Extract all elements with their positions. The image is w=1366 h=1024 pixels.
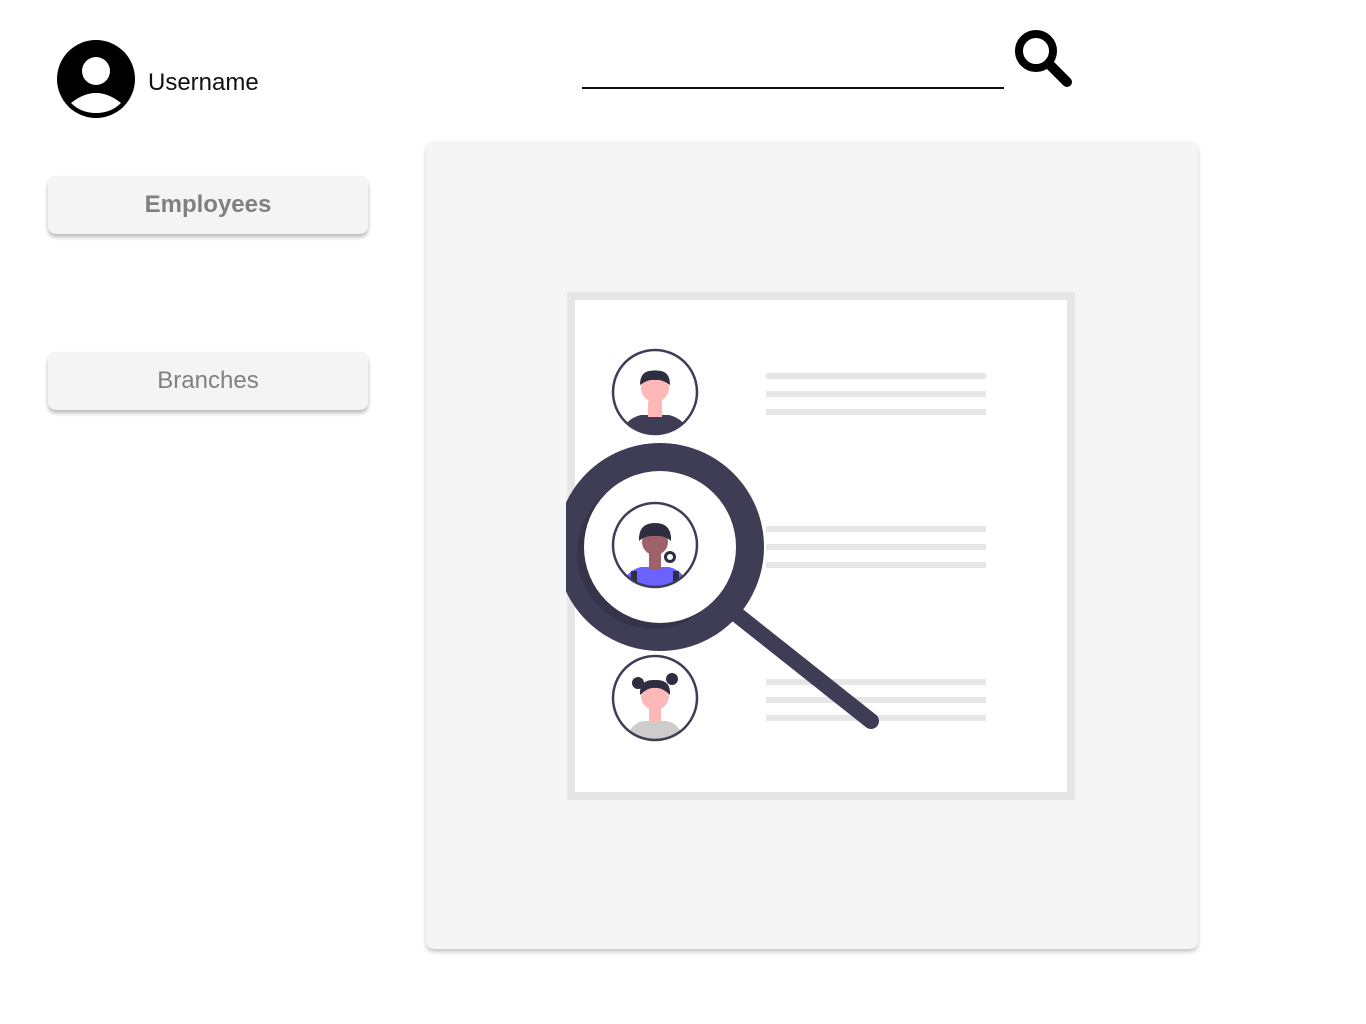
content-panel: [426, 141, 1198, 949]
sidebar-item-label: Branches: [157, 367, 259, 394]
search-icon[interactable]: [1010, 26, 1074, 90]
person-avatar-1: [611, 348, 699, 436]
sidebar-item-employees[interactable]: Employees: [48, 176, 368, 234]
people-search-illustration: [566, 292, 1075, 800]
username-label: Username: [148, 69, 259, 96]
search-input[interactable]: [582, 55, 1004, 89]
sidebar-item-label: Employees: [144, 191, 272, 218]
user-avatar-icon[interactable]: [56, 39, 136, 119]
person-avatar-3: [611, 654, 699, 742]
sidebar-item-branches[interactable]: Branches: [48, 352, 368, 410]
